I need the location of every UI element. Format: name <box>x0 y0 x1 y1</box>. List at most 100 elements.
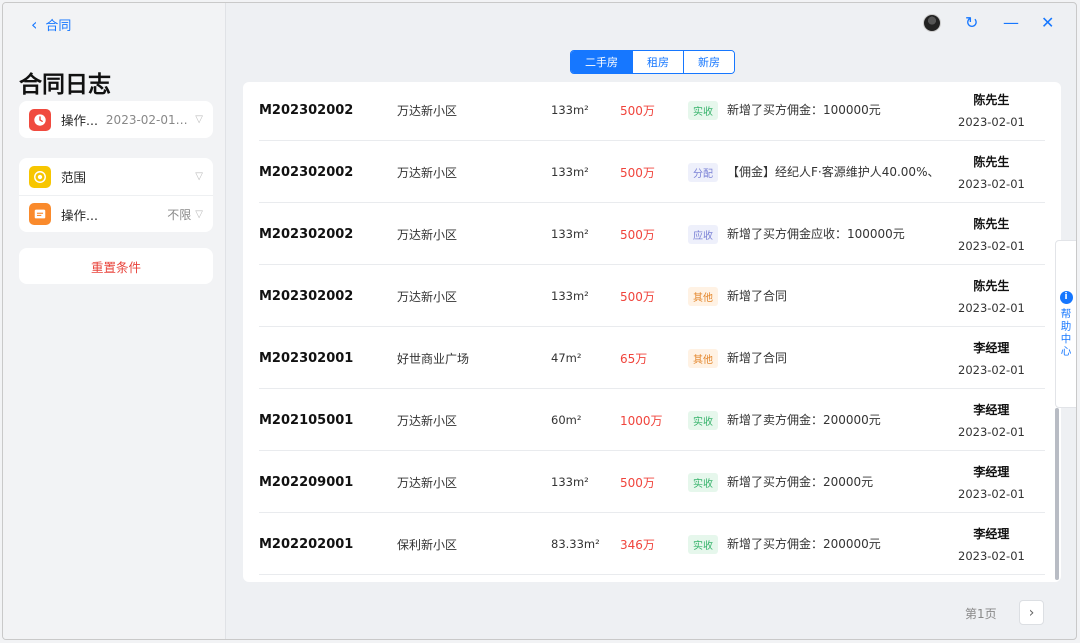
log-description: 新增了买方佣金应收：100000元 <box>727 203 937 265</box>
next-page-button[interactable]: › <box>1019 600 1044 625</box>
operation-time-filter[interactable]: 操作... 2023-02-01~2... ▽ <box>19 101 213 138</box>
operator-name: 李经理 <box>973 465 1010 479</box>
price: 65万 <box>620 351 648 366</box>
log-description: 新增了买方佣金：200000元 <box>727 513 937 575</box>
log-description: 新增了买方佣金：20000元 <box>727 451 937 513</box>
listing-type-tabs: 二手房 租房 新房 <box>570 50 735 74</box>
status-badge: 应收 <box>688 224 718 244</box>
operator-label: 操作... <box>61 207 98 223</box>
back-link[interactable]: ‹ 合同 <box>31 15 71 34</box>
area: 47m² <box>551 351 582 365</box>
operator-name: 李经理 <box>973 403 1010 417</box>
community-name: 万达新小区 <box>397 227 458 242</box>
scrollbar[interactable] <box>1055 408 1059 580</box>
community-name: 万达新小区 <box>397 103 458 118</box>
description-text: 新增了买方佣金：200000元 <box>727 537 881 551</box>
status-badge: 其他 <box>688 286 718 306</box>
contract-id: M202302002 <box>259 164 354 180</box>
operation-date: 2023-02-01 <box>958 425 1025 439</box>
log-type: 实收 <box>688 389 718 451</box>
page-indicator: 第1页 <box>965 607 997 621</box>
operator-info: 李经理 2023-02-01 <box>958 451 1025 513</box>
operation-date: 2023-02-01 <box>958 239 1025 253</box>
price: 500万 <box>620 289 655 304</box>
list-item[interactable]: M202302002 万达新小区 133m² 500万 其他 新增了合同 陈先生 2023-0… <box>259 265 1045 327</box>
log-type: 应收 <box>688 203 718 265</box>
status-badge: 实收 <box>688 100 718 120</box>
chevron-down-icon: ▽ <box>195 114 203 125</box>
chevron-down-icon: ▽ <box>195 171 203 182</box>
log-type: 其他 <box>688 327 718 389</box>
folder-icon <box>29 203 51 225</box>
operation-date: 2023-02-01 <box>958 549 1025 563</box>
operator-info: 陈先生 2023-02-01 <box>958 265 1025 327</box>
contract-id: M202209001 <box>259 474 354 490</box>
clock-icon <box>29 108 51 131</box>
description-text: 新增了合同 <box>727 289 788 303</box>
chevron-left-icon: ‹ <box>31 14 38 34</box>
refresh-icon[interactable]: ↻ <box>965 13 978 33</box>
operator-info: 李经理 2023-02-01 <box>958 389 1025 451</box>
app-window: ‹ 合同 合同日志 操作... 2023-02-01~2... ▽ 范围 ▽ <box>2 2 1077 640</box>
operator-name: 陈先生 <box>973 279 1010 293</box>
log-type: 实收 <box>688 513 718 575</box>
community-name: 万达新小区 <box>397 413 458 428</box>
log-type: 实收 <box>688 451 718 513</box>
avatar[interactable] <box>923 14 941 32</box>
list-item[interactable]: M202209001 万达新小区 133m² 500万 实收 新增了买方佣金：20000元… <box>259 451 1045 513</box>
description-text: 新增了买方佣金：100000元 <box>727 103 881 117</box>
operator-name: 李经理 <box>973 527 1010 541</box>
minimize-icon[interactable]: — <box>1003 13 1019 33</box>
scope-filter-card: 范围 ▽ 操作... 不限 ▽ <box>19 158 213 232</box>
scope-icon <box>29 165 51 188</box>
list-item[interactable]: M202202001 保利新小区 83.33m² 346万 实收 新增了买方佣金：2000… <box>259 513 1045 575</box>
tab-new-house[interactable]: 新房 <box>683 51 734 73</box>
area: 133m² <box>551 103 589 117</box>
status-badge: 分配 <box>688 162 718 182</box>
log-description: 新增了买方佣金：100000元 <box>727 82 937 141</box>
description-text: 新增了卖方佣金：200000元 <box>727 413 881 427</box>
tab-rental[interactable]: 租房 <box>632 51 683 73</box>
operator-name: 陈先生 <box>973 155 1010 169</box>
area: 60m² <box>551 413 582 427</box>
list-item[interactable]: M202302001 好世商业广场 47m² 65万 其他 新增了合同 李经理 2023-02… <box>259 327 1045 389</box>
operation-date: 2023-02-01 <box>958 301 1025 315</box>
contract-id: M202302002 <box>259 102 354 118</box>
operation-date: 2023-02-01 <box>958 115 1025 129</box>
log-type: 实收 <box>688 82 718 141</box>
help-center-button[interactable]: i 帮助中心 <box>1055 240 1076 408</box>
price: 1000万 <box>620 413 663 428</box>
operator-name: 陈先生 <box>973 217 1010 231</box>
community-name: 万达新小区 <box>397 475 458 490</box>
list-item[interactable]: M202302002 万达新小区 133m² 500万 分配 【佣金】经纪人F·客源维护人… <box>259 141 1045 203</box>
status-badge: 其他 <box>688 348 718 368</box>
tab-second-hand[interactable]: 二手房 <box>571 51 632 73</box>
operator-info: 陈先生 2023-02-01 <box>958 141 1025 203</box>
list-item[interactable]: M202302002 万达新小区 133m² 500万 应收 新增了买方佣金应收：1000… <box>259 203 1045 265</box>
help-center-label: 帮助中心 <box>1059 307 1072 358</box>
price: 500万 <box>620 103 655 118</box>
operator-info: 李经理 2023-02-01 <box>958 513 1025 575</box>
price: 346万 <box>620 537 655 552</box>
operator-name: 陈先生 <box>973 93 1010 107</box>
operator-info: 李经理 2023-02-01 <box>958 327 1025 389</box>
reset-filters-button[interactable]: 重置条件 <box>19 248 213 284</box>
scope-filter[interactable]: 范围 ▽ <box>19 158 213 195</box>
back-label: 合同 <box>45 19 72 34</box>
list-item[interactable]: M202105001 万达新小区 60m² 1000万 实收 新增了卖方佣金：200000… <box>259 389 1045 451</box>
community-name: 万达新小区 <box>397 289 458 304</box>
log-description: 新增了合同 <box>727 327 937 389</box>
operator-info: 陈先生 2023-02-01 <box>958 82 1025 141</box>
operator-filter[interactable]: 操作... 不限 ▽ <box>19 195 213 232</box>
description-text: 【佣金】经纪人F·客源维护人40.00%、陈先生·房源录入人10.00%、高经理… <box>727 165 937 179</box>
status-badge: 实收 <box>688 472 718 492</box>
info-icon: i <box>1059 290 1073 304</box>
log-description: 【佣金】经纪人F·客源维护人40.00%、陈先生·房源录入人10.00%、高经理… <box>727 141 937 203</box>
area: 133m² <box>551 165 589 179</box>
close-icon[interactable]: ✕ <box>1041 13 1054 33</box>
time-filter-card: 操作... 2023-02-01~2... ▽ <box>19 101 213 138</box>
list-item[interactable]: M202302002 万达新小区 133m² 500万 实收 新增了买方佣金：100000… <box>259 82 1045 141</box>
community-name: 好世商业广场 <box>397 351 470 366</box>
contract-id: M202202001 <box>259 536 354 552</box>
contract-id: M202302002 <box>259 288 354 304</box>
